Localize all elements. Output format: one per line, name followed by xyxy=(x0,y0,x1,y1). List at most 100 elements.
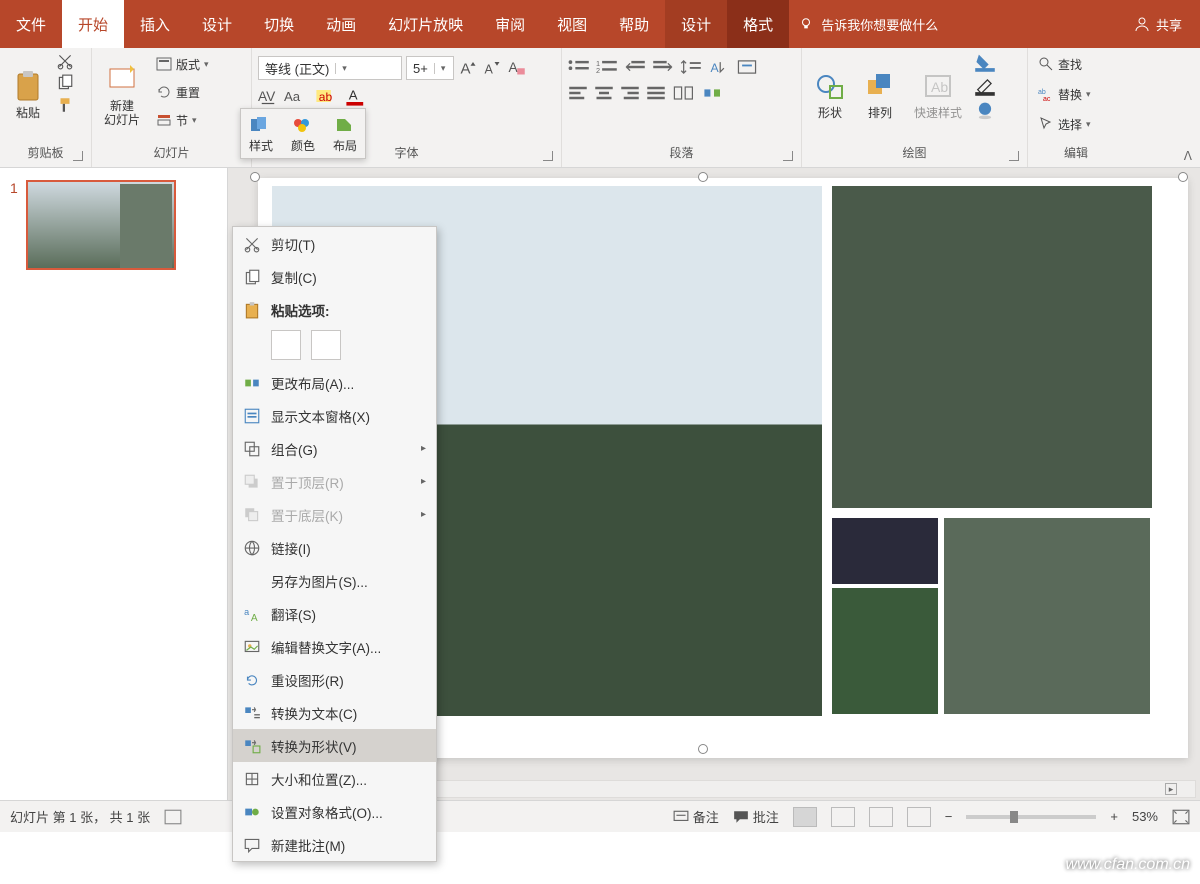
tab-animations[interactable]: 动画 xyxy=(310,0,372,48)
spellcheck-icon[interactable] xyxy=(164,809,182,825)
shapes-button[interactable]: 形状 xyxy=(808,52,852,138)
copy-icon[interactable] xyxy=(56,74,74,92)
smartart-layouts-button[interactable]: 布局 xyxy=(333,115,357,154)
shape-effects-icon[interactable] xyxy=(974,100,996,120)
tab-review[interactable]: 审阅 xyxy=(479,0,541,48)
font-color-icon[interactable]: A xyxy=(344,86,368,106)
ctx-copy[interactable]: 复制(C) xyxy=(233,260,436,293)
scroll-right-icon[interactable]: ▸ xyxy=(1165,783,1177,795)
tab-view[interactable]: 视图 xyxy=(541,0,603,48)
zoom-slider[interactable] xyxy=(966,815,1096,819)
char-spacing-icon[interactable]: AV xyxy=(258,86,278,106)
ctx-new-comment[interactable]: 新建批注(M) xyxy=(233,828,436,861)
align-text-icon[interactable] xyxy=(736,58,758,76)
ctx-convert-to-shapes[interactable]: 转换为形状(V) xyxy=(233,729,436,762)
ctx-show-text-pane[interactable]: 显示文本窗格(X) xyxy=(233,399,436,432)
paragraph-launcher[interactable] xyxy=(783,151,793,161)
reading-view-icon[interactable] xyxy=(869,807,893,827)
selection-handle[interactable] xyxy=(698,172,708,182)
slide-thumbnail-1[interactable]: 1 xyxy=(10,180,217,270)
tab-file[interactable]: 文件 xyxy=(0,0,62,48)
format-painter-icon[interactable] xyxy=(56,96,74,114)
quick-styles-button[interactable]: Ab 快速样式 xyxy=(908,52,968,138)
fit-to-window-icon[interactable] xyxy=(1172,809,1190,825)
collapse-ribbon-icon[interactable]: ᐱ xyxy=(1184,149,1192,163)
ctx-cut[interactable]: 剪切(T) xyxy=(233,227,436,260)
selection-handle[interactable] xyxy=(250,172,260,182)
notes-button[interactable]: 备注 xyxy=(673,807,719,826)
cut-icon[interactable] xyxy=(56,52,74,70)
font-launcher[interactable] xyxy=(543,151,553,161)
ctx-size-position[interactable]: 大小和位置(Z)... xyxy=(233,762,436,795)
tab-smartart-design[interactable]: 设计 xyxy=(665,0,727,48)
sorter-view-icon[interactable] xyxy=(831,807,855,827)
ctx-reset-graphic[interactable]: 重设图形(R) xyxy=(233,663,436,696)
zoom-out-button[interactable]: − xyxy=(945,809,953,824)
slideshow-view-icon[interactable] xyxy=(907,807,931,827)
align-left-icon[interactable] xyxy=(568,84,588,102)
shape-outline-icon[interactable] xyxy=(974,76,996,96)
ctx-convert-to-text[interactable]: 转换为文本(C) xyxy=(233,696,436,729)
tab-home[interactable]: 开始 xyxy=(62,0,124,48)
tab-smartart-format[interactable]: 格式 xyxy=(727,0,789,48)
section-button[interactable]: 节▾ xyxy=(152,108,213,132)
columns-icon[interactable] xyxy=(672,84,696,102)
reset-button[interactable]: 重置 xyxy=(152,80,213,104)
ctx-format-object[interactable]: 设置对象格式(O)... xyxy=(233,795,436,828)
tell-me-search[interactable]: 告诉我你想要做什么 xyxy=(789,0,1116,48)
tab-help[interactable]: 帮助 xyxy=(603,0,665,48)
line-spacing-icon[interactable] xyxy=(680,58,702,76)
selection-handle[interactable] xyxy=(1178,172,1188,182)
font-size-dropdown[interactable]: 5+▾ xyxy=(406,56,454,80)
normal-view-icon[interactable] xyxy=(793,807,817,827)
drawing-launcher[interactable] xyxy=(1009,151,1019,161)
highlight-icon[interactable]: ab xyxy=(314,86,338,106)
tab-design[interactable]: 设计 xyxy=(186,0,248,48)
paste-picture[interactable] xyxy=(311,330,341,360)
clear-format-icon[interactable]: A xyxy=(506,56,526,78)
tab-transitions[interactable]: 切换 xyxy=(248,0,310,48)
align-center-icon[interactable] xyxy=(594,84,614,102)
justify-icon[interactable] xyxy=(646,84,666,102)
smartart-styles-button[interactable]: 样式 xyxy=(249,115,273,154)
comments-button[interactable]: 批注 xyxy=(733,807,779,826)
tab-insert[interactable]: 插入 xyxy=(124,0,186,48)
select-button[interactable]: 选择▾ xyxy=(1034,112,1095,136)
arrange-button[interactable]: 排列 xyxy=(858,52,902,138)
selection-handle[interactable] xyxy=(698,744,708,754)
ctx-save-as-picture[interactable]: 另存为图片(S)... xyxy=(233,564,436,597)
smartart-colors-button[interactable]: 颜色 xyxy=(291,115,315,154)
bullets-icon[interactable] xyxy=(568,58,590,76)
ctx-translate[interactable]: aA翻译(S) xyxy=(233,597,436,630)
change-case-icon[interactable]: Aa xyxy=(284,86,308,106)
align-right-icon[interactable] xyxy=(620,84,640,102)
shrink-font-icon[interactable]: A xyxy=(482,56,502,78)
zoom-in-button[interactable]: + xyxy=(1110,809,1118,824)
font-name-dropdown[interactable]: 等线 (正文)▾ xyxy=(258,56,402,80)
picture-village[interactable] xyxy=(944,518,1150,714)
share-button[interactable]: 共享 xyxy=(1116,0,1200,48)
new-slide-button[interactable]: 新建 幻灯片 xyxy=(98,52,146,138)
layout-button[interactable]: 版式▾ xyxy=(152,52,213,76)
tab-slideshow[interactable]: 幻灯片放映 xyxy=(372,0,479,48)
ctx-group[interactable]: 组合(G)▸ xyxy=(233,432,436,465)
size-icon xyxy=(243,770,261,788)
find-button[interactable]: 查找 xyxy=(1034,52,1095,76)
shape-fill-icon[interactable] xyxy=(974,52,996,72)
replace-button[interactable]: abac替换▾ xyxy=(1034,82,1095,106)
picture-city[interactable] xyxy=(832,518,938,584)
picture-flower[interactable] xyxy=(832,588,938,714)
text-direction-icon[interactable]: A xyxy=(708,58,730,76)
increase-indent-icon[interactable] xyxy=(652,58,674,76)
convert-smartart-icon[interactable] xyxy=(702,84,726,102)
decrease-indent-icon[interactable] xyxy=(624,58,646,76)
clipboard-launcher[interactable] xyxy=(73,151,83,161)
grow-font-icon[interactable]: A xyxy=(458,56,478,78)
picture-koi[interactable] xyxy=(832,186,1152,508)
paste-keep-source[interactable] xyxy=(271,330,301,360)
paste-button[interactable]: 粘贴 xyxy=(6,52,50,138)
numbering-icon[interactable]: 12 xyxy=(596,58,618,76)
ctx-change-layout[interactable]: 更改布局(A)... xyxy=(233,366,436,399)
ctx-link[interactable]: 链接(I) xyxy=(233,531,436,564)
ctx-alt-text[interactable]: 编辑替换文字(A)... xyxy=(233,630,436,663)
